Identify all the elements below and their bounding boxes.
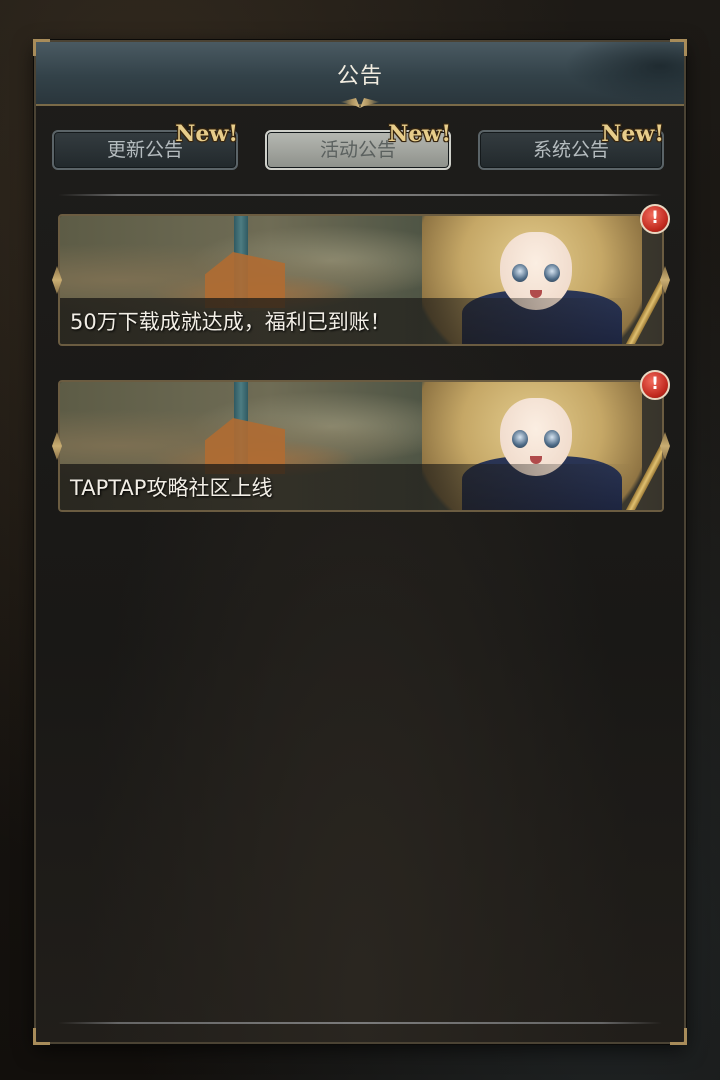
announcement-panel: 公告 更新公告 New! 活动公告 New! 系统公告 New! 50万下载成就… <box>33 39 687 1045</box>
tab-label: 更新公告 <box>106 139 183 161</box>
alert-icon: ! <box>640 370 670 400</box>
divider <box>58 194 662 196</box>
tab-update-announcements[interactable]: 更新公告 New! <box>52 121 238 170</box>
new-badge: New! <box>175 121 238 147</box>
new-badge: New! <box>388 121 451 147</box>
divider <box>58 1022 662 1024</box>
header-ornament-icon <box>340 98 380 108</box>
notice-title: TAPTAP攻略社区上线 <box>70 476 273 500</box>
notice-title: 50万下载成就达成，福利已到账！ <box>70 310 391 334</box>
new-badge: New! <box>601 121 664 147</box>
tab-label: 活动公告 <box>319 139 396 161</box>
tab-system-announcements[interactable]: 系统公告 New! <box>478 121 664 170</box>
corner-ornament <box>670 1028 687 1045</box>
page-title: 公告 <box>336 64 383 89</box>
notice-banner[interactable]: TAPTAP攻略社区上线 ! <box>52 370 670 512</box>
tab-label: 系统公告 <box>532 139 609 161</box>
alert-icon: ! <box>640 204 670 234</box>
tab-event-announcements[interactable]: 活动公告 New! <box>265 121 451 170</box>
notice-banner[interactable]: 50万下载成就达成，福利已到账！ ! <box>52 204 670 346</box>
panel-header: 公告 <box>36 42 684 108</box>
corner-ornament <box>33 1028 50 1045</box>
